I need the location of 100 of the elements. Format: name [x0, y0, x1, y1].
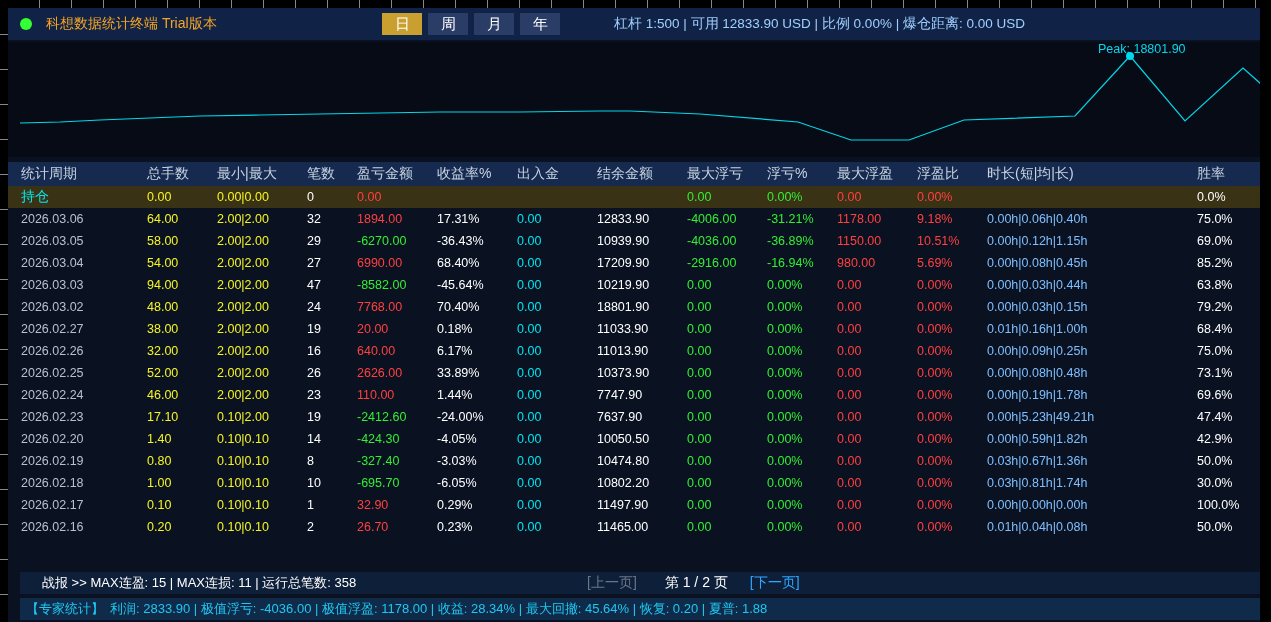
table-cell-text: 0.00 — [687, 278, 713, 292]
table-cell-text: 11013.90 — [597, 344, 650, 358]
table-cell-text: 0.00h|0.03h|0.44h — [987, 278, 1089, 292]
table-cell-text: 1.44% — [437, 388, 474, 402]
table-cell-text: 0.10|2.00 — [217, 410, 270, 424]
table-cell-text: 10802.20 — [597, 476, 651, 490]
table-cell-text: -24.00% — [437, 410, 485, 424]
column-header: 总手数 — [147, 165, 190, 183]
table-cell-text: 85.2% — [1197, 256, 1234, 270]
table-cell-text: 640.00 — [357, 344, 397, 358]
table-cell-text: 10.51% — [917, 234, 961, 248]
table-cell-text: 79.2% — [1197, 300, 1234, 314]
table-cell-text: 0.00% — [917, 190, 954, 204]
table-cell-text: 11465.00 — [597, 520, 650, 534]
period-tab[interactable]: 年 — [520, 13, 560, 35]
table-cell-text: 1.00 — [147, 476, 173, 490]
table-cell-text: 0.00 — [517, 322, 543, 336]
period-cell-text: 2026.03.03 — [21, 278, 85, 292]
table-cell-text: 1178.00 — [837, 212, 883, 226]
table-cell-text: -36.43% — [437, 234, 485, 248]
table-cell-text: -6.05% — [437, 476, 478, 490]
period-cell-text: 2026.03.06 — [21, 212, 85, 226]
table-cell-text: 0.00 — [687, 432, 713, 446]
table-cell-text: 0.00% — [917, 322, 954, 336]
table-cell-text: 17209.90 — [597, 256, 651, 270]
table-cell-text: 0.00% — [767, 454, 804, 468]
table-cell-text: 46.00 — [147, 388, 180, 402]
table-cell-text: 0.00% — [917, 410, 954, 424]
table-cell-text: 68.40% — [437, 256, 481, 270]
table-cell-text: 0.00 — [517, 410, 543, 424]
table-cell-text: 0.00% — [917, 388, 954, 402]
table-cell-text: 0.00h|0.09h|0.25h — [987, 344, 1089, 358]
table-cell-text: 94.00 — [147, 278, 180, 292]
table-cell-text: 50.0% — [1197, 520, 1234, 534]
table-cell-text: 0.00h|0.06h|0.40h — [987, 212, 1089, 226]
period-tab[interactable]: 月 — [474, 13, 514, 35]
table-cell-text: 0.00% — [917, 476, 954, 490]
column-header: 统计周期 — [21, 165, 78, 183]
table-cell-text: 26.70 — [357, 520, 390, 534]
table-cell-text: -3.03% — [437, 454, 478, 468]
table-cell-text: 0.00 — [687, 300, 713, 314]
table-cell-text: 0.00% — [767, 410, 804, 424]
table-cell-text: 0.03h|0.81h|1.74h — [987, 476, 1089, 490]
table-cell-text: 0.00% — [767, 190, 804, 204]
table-cell-text: 0.00 — [517, 520, 543, 534]
table-cell-text: 0.00% — [917, 520, 954, 534]
stats-text: 利润: 2833.90 | 极值浮亏: -4036.00 | 极值浮盈: 1178.00 | 收益: 28.34% | 最大回撤: 45.64% | 恢复: 0.20 | 夏普: 1.88 — [110, 600, 768, 618]
table-cell-text: 0.00 — [837, 498, 863, 512]
table-cell-text: 6990.00 — [357, 256, 404, 270]
table-cell-text: 0.00% — [917, 344, 954, 358]
table-cell-text: 10939.90 — [597, 234, 651, 248]
period-cell-text: 2026.02.16 — [21, 520, 85, 534]
table-cell-text: 10 — [307, 476, 322, 490]
table-cell-text: 0.00 — [687, 388, 713, 402]
table-cell-text: 1 — [307, 498, 315, 512]
table-cell-text: 0.00 — [837, 476, 863, 490]
table-cell-text: 16 — [307, 344, 322, 358]
table-cell-text: 32 — [307, 212, 322, 226]
table-cell-text: 0.80 — [147, 454, 173, 468]
table-cell-text: 0.00 — [687, 410, 713, 424]
table-cell-text: 0.00 — [837, 520, 863, 534]
period-tab[interactable]: 周 — [428, 13, 468, 35]
table-cell-text: 0.00|0.00 — [217, 190, 270, 204]
table-cell-text: 0.00 — [837, 410, 863, 424]
table-cell-text: 17.10 — [147, 410, 180, 424]
table-cell-text: -695.70 — [357, 476, 401, 490]
table-cell-text: 0.00 — [837, 432, 863, 446]
table-cell-text: 58.00 — [147, 234, 180, 248]
period-cell-text: 持仓 — [21, 188, 50, 206]
table-cell-text: 0.10|0.10 — [217, 498, 270, 512]
period-cell-text: 2026.03.02 — [21, 300, 85, 314]
table-cell-text: 0.00% — [767, 498, 804, 512]
table-cell-text: 2626.00 — [357, 366, 404, 380]
table-cell-text: 10050.50 — [597, 432, 651, 446]
table-cell-text: 9.18% — [917, 212, 954, 226]
table-cell-text: 14 — [307, 432, 322, 446]
column-header: 盈亏金额 — [357, 165, 414, 183]
table-cell-text: 0.00h|0.19h|1.78h — [987, 388, 1089, 402]
period-cell-text: 2026.02.18 — [21, 476, 85, 490]
table-cell-text: 0.10|0.10 — [217, 520, 270, 534]
table-cell-text: 11033.90 — [597, 322, 650, 336]
page-indicator: 第 1 / 2 页 — [664, 574, 728, 592]
table-cell-text: 0.20 — [147, 520, 173, 534]
table-cell-text: 47 — [307, 278, 322, 292]
table-cell-text: 0.23% — [437, 520, 474, 534]
next-page-link[interactable]: [下一页] — [749, 574, 800, 592]
table-cell-text: 11497.90 — [597, 498, 650, 512]
table-cell-text: 0.00 — [687, 454, 713, 468]
table-cell-text: 19 — [307, 322, 322, 336]
period-cell-text: 2026.02.26 — [21, 344, 85, 358]
period-cell-text: 2026.03.05 — [21, 234, 85, 248]
table-cell-text: 38.00 — [147, 322, 180, 336]
table-cell-text: 2 — [307, 520, 315, 534]
table-cell-text: 0.18% — [437, 322, 474, 336]
table-cell-text: 0 — [307, 190, 315, 204]
table-cell-text: 26 — [307, 366, 322, 380]
table-cell-text: 0.03h|0.67h|1.36h — [987, 454, 1089, 468]
period-cell-text: 2026.02.24 — [21, 388, 85, 402]
column-header: 胜率 — [1197, 165, 1226, 183]
table-cell-text: 0.00 — [357, 190, 383, 204]
